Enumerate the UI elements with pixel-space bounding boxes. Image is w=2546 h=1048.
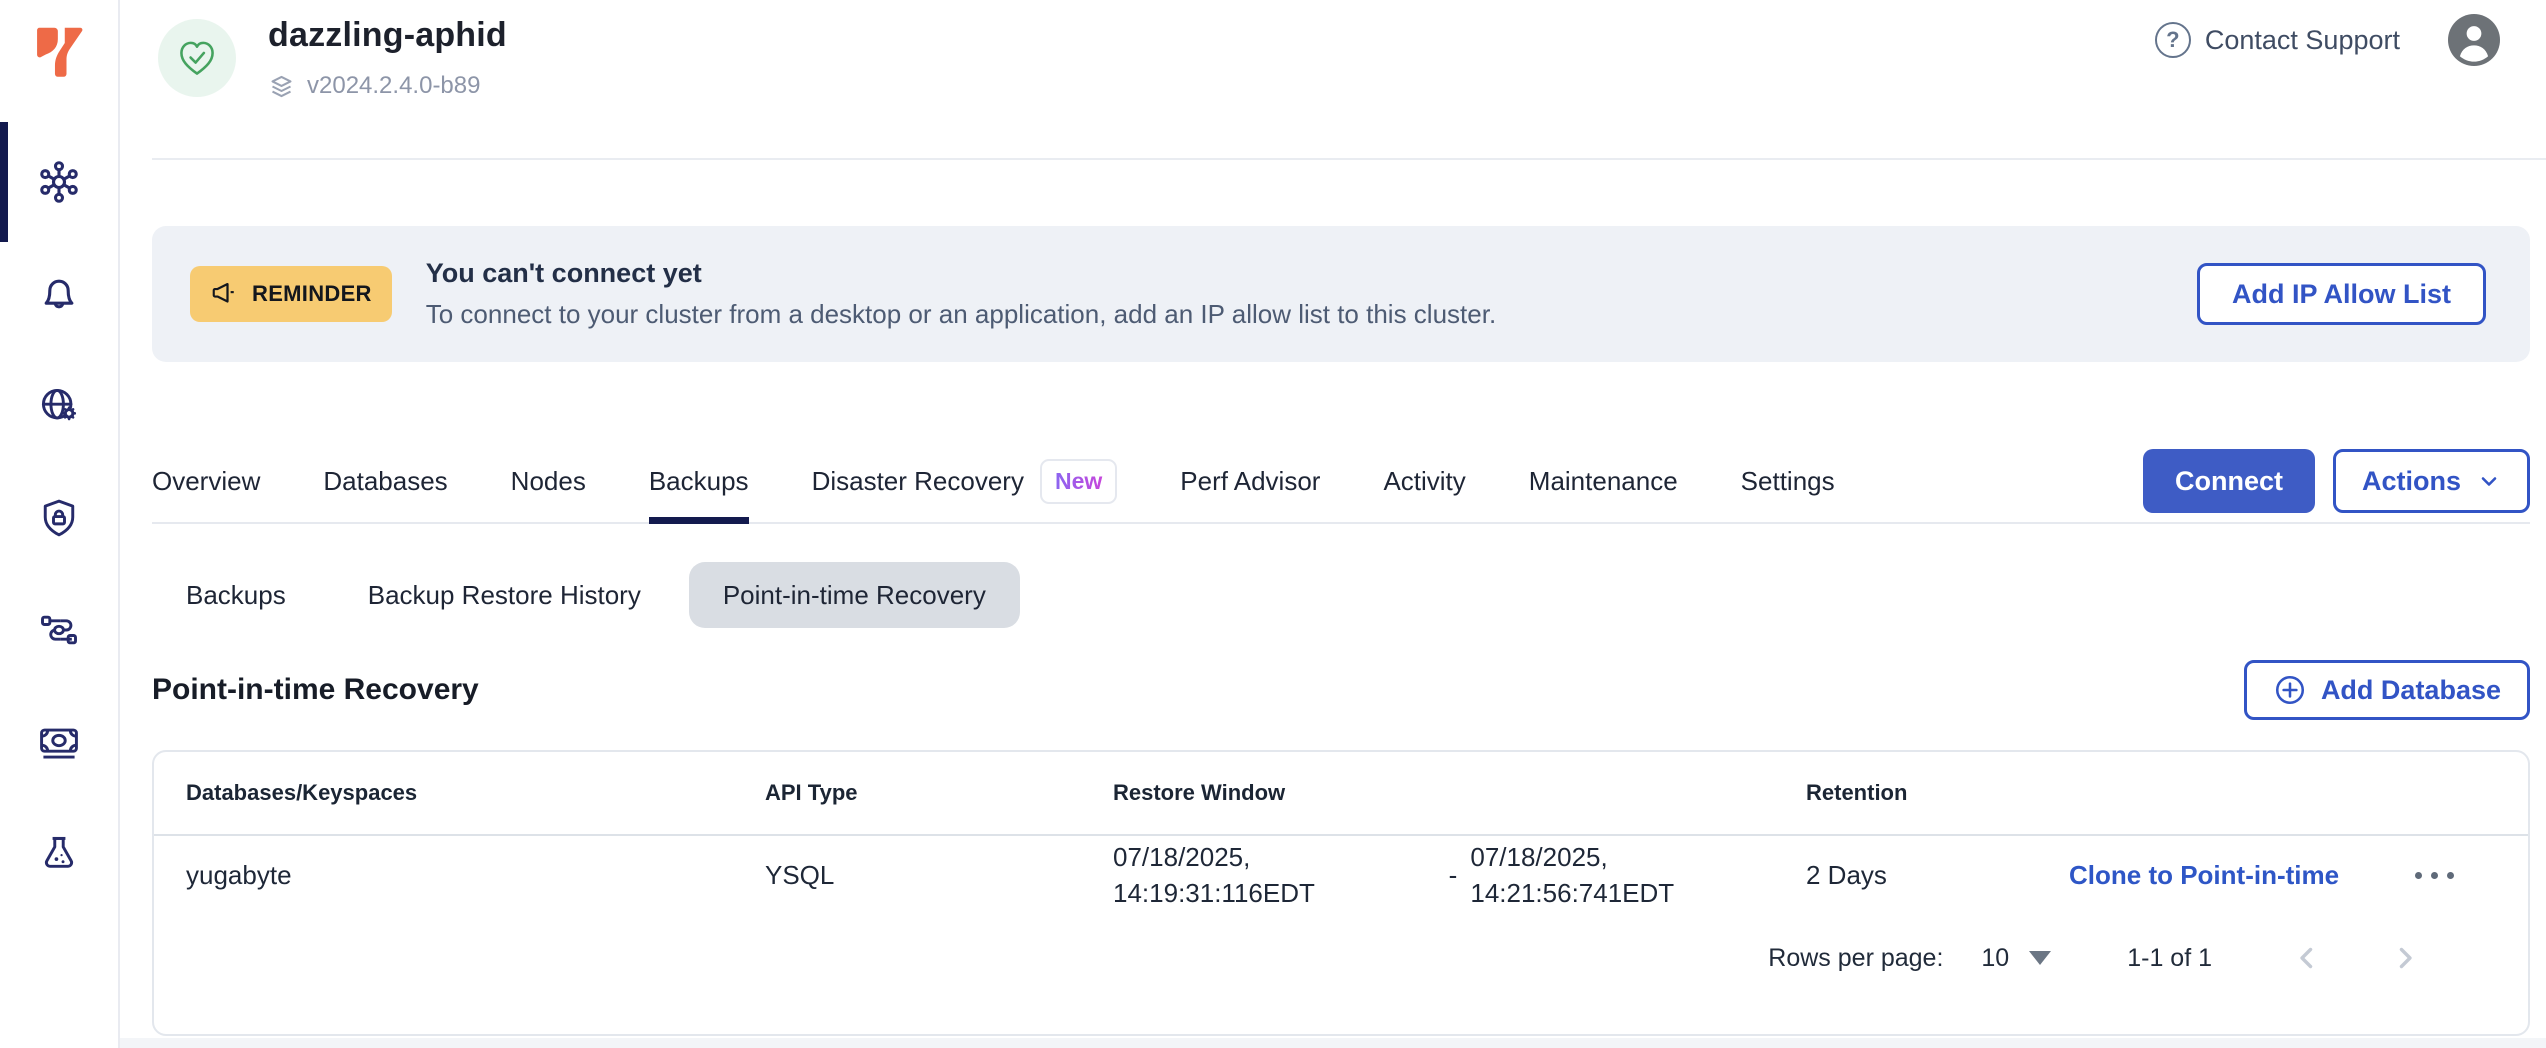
yugabyte-logo-icon[interactable]: [31, 22, 87, 82]
restore-from: 07/18/2025, 14:19:31:116EDT: [1113, 839, 1449, 911]
column-header-restore-window: Restore Window: [1113, 780, 1806, 806]
add-database-label: Add Database: [2321, 675, 2501, 706]
tab-nodes[interactable]: Nodes: [511, 440, 586, 522]
section-head: Point-in-time Recovery Add Database: [152, 660, 2530, 720]
heart-check-icon: [175, 36, 219, 80]
globe-gear-icon: [37, 384, 81, 428]
layers-icon: [268, 73, 295, 100]
subtab-backup-restore-history[interactable]: Backup Restore History: [334, 562, 675, 628]
sidebar-nav: [0, 126, 118, 910]
chevron-down-icon: [2477, 469, 2501, 493]
cluster-tabs-row: Overview Databases Nodes Backups Disaste…: [152, 440, 2530, 524]
add-ip-allow-list-button[interactable]: Add IP Allow List: [2197, 263, 2486, 325]
tab-perf-advisor[interactable]: Perf Advisor: [1180, 440, 1320, 522]
table-row: yugabyte YSQL 07/18/2025, 14:19:31:116ED…: [154, 836, 2528, 914]
money-icon: [37, 720, 81, 764]
reminder-banner: REMINDER You can't connect yet To connec…: [152, 226, 2530, 362]
column-header-api-type: API Type: [765, 780, 1113, 806]
person-icon: [2448, 14, 2500, 66]
table-header-row: Databases/Keyspaces API Type Restore Win…: [154, 752, 2528, 836]
contact-support-link[interactable]: ? Contact Support: [2155, 22, 2400, 58]
subtab-point-in-time-recovery[interactable]: Point-in-time Recovery: [689, 562, 1020, 628]
flask-icon: [37, 832, 81, 876]
flow-icon: [37, 608, 81, 652]
banner-text: You can't connect yet To connect to your…: [426, 258, 1496, 330]
cluster-header: dazzling-aphid v2024.2.4.0-b89 ? Contact…: [152, 0, 2546, 160]
sidebar-item-security[interactable]: [0, 462, 118, 574]
cell-retention: 2 Days: [1806, 860, 2069, 891]
cell-restore-window: 07/18/2025, 14:19:31:116EDT - 07/18/2025…: [1113, 839, 1806, 911]
sidebar-item-billing[interactable]: [0, 686, 118, 798]
contact-support-label: Contact Support: [2205, 25, 2400, 56]
sidebar-item-integrations[interactable]: [0, 574, 118, 686]
connect-button[interactable]: Connect: [2143, 449, 2315, 513]
tab-disaster-recovery[interactable]: Disaster Recovery New: [812, 440, 1118, 522]
actions-button[interactable]: Actions: [2333, 449, 2530, 513]
cluster-name: dazzling-aphid: [268, 14, 507, 56]
next-page-button[interactable]: [2388, 941, 2422, 975]
rows-per-page-value: 10: [1981, 944, 2009, 973]
plus-circle-icon: [2273, 673, 2307, 707]
previous-page-button[interactable]: [2290, 941, 2324, 975]
pitr-table-card: Databases/Keyspaces API Type Restore Win…: [152, 750, 2530, 1036]
help-icon: ?: [2155, 22, 2191, 58]
tab-overview[interactable]: Overview: [152, 440, 260, 522]
cluster-version-row: v2024.2.4.0-b89: [268, 72, 507, 100]
cluster-version: v2024.2.4.0-b89: [307, 72, 480, 100]
pagination: Rows per page: 10 1-1 of 1: [154, 914, 2528, 1002]
cell-database: yugabyte: [186, 860, 765, 891]
sidebar-item-labs[interactable]: [0, 798, 118, 910]
actions-label: Actions: [2362, 466, 2461, 497]
tab-activity[interactable]: Activity: [1383, 440, 1465, 522]
page-title: Point-in-time Recovery: [152, 673, 479, 707]
main-area: dazzling-aphid v2024.2.4.0-b89 ? Contact…: [120, 0, 2546, 1048]
clusters-icon: [37, 160, 81, 204]
megaphone-icon: [210, 279, 240, 309]
pagination-range: 1-1 of 1: [2127, 944, 2212, 973]
cell-api-type: YSQL: [765, 860, 1113, 891]
sidebar: [0, 0, 120, 1048]
rows-per-page-label: Rows per page:: [1768, 944, 1943, 973]
app-window: dazzling-aphid v2024.2.4.0-b89 ? Contact…: [0, 0, 2546, 1048]
row-menu-button[interactable]: [2415, 872, 2469, 879]
sidebar-item-clusters[interactable]: [0, 126, 118, 238]
tab-databases[interactable]: Databases: [323, 440, 447, 522]
banner-title: You can't connect yet: [426, 258, 1496, 289]
topbar-right: ? Contact Support: [2155, 14, 2546, 66]
shield-lock-icon: [37, 496, 81, 540]
subtab-backups[interactable]: Backups: [152, 562, 320, 628]
chevron-right-icon: [2388, 941, 2422, 975]
dropdown-arrow-icon: [2029, 951, 2051, 965]
cluster-meta: dazzling-aphid v2024.2.4.0-b89: [268, 14, 507, 100]
banner-body: To connect to your cluster from a deskto…: [426, 299, 1496, 330]
column-header-retention: Retention: [1806, 780, 2069, 806]
restore-to: 07/18/2025, 14:21:56:741EDT: [1470, 839, 1806, 911]
content: REMINDER You can't connect yet To connec…: [152, 226, 2530, 1036]
chevron-left-icon: [2290, 941, 2324, 975]
backup-subtabs: Backups Backup Restore History Point-in-…: [152, 562, 2530, 628]
new-badge: New: [1040, 459, 1117, 504]
reminder-badge: REMINDER: [190, 266, 392, 322]
tab-settings[interactable]: Settings: [1741, 440, 1835, 522]
page-bottom-strip: [120, 1038, 2546, 1048]
sidebar-item-network-access[interactable]: [0, 350, 118, 462]
add-database-button[interactable]: Add Database: [2244, 660, 2530, 720]
cluster-health-badge: [158, 19, 236, 97]
cluster-tabs: Overview Databases Nodes Backups Disaste…: [152, 440, 1835, 522]
sidebar-item-alerts[interactable]: [0, 238, 118, 350]
user-avatar[interactable]: [2448, 14, 2500, 66]
rows-per-page-select[interactable]: 10: [1981, 944, 2051, 973]
restore-window-separator: -: [1449, 860, 1471, 891]
column-header-databases: Databases/Keyspaces: [186, 780, 765, 806]
bell-icon: [37, 272, 81, 316]
reminder-badge-label: REMINDER: [252, 281, 372, 307]
tab-backups[interactable]: Backups: [649, 440, 749, 522]
tab-buttons: Connect Actions: [2143, 449, 2530, 513]
tab-maintenance[interactable]: Maintenance: [1529, 440, 1678, 522]
clone-to-point-in-time-link[interactable]: Clone to Point-in-time: [2069, 860, 2415, 891]
